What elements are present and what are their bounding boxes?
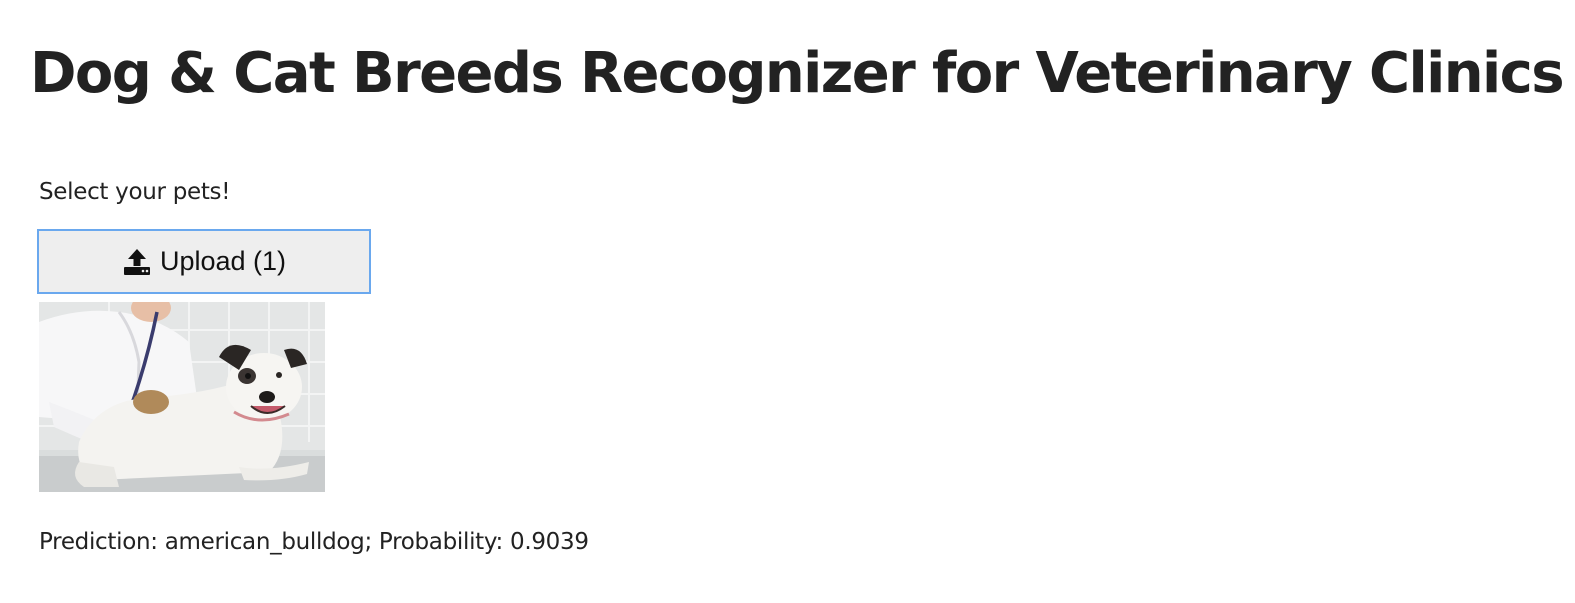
upload-button-label: Upload (1) [159, 246, 287, 276]
upload-icon [122, 248, 152, 276]
page-title: Dog & Cat Breeds Recognizer for Veterina… [30, 41, 1565, 106]
uploaded-pet-image [39, 302, 325, 492]
upload-prompt-label: Select your pets! [39, 179, 231, 205]
prediction-result: Prediction: american_bulldog; Probabilit… [39, 529, 589, 555]
upload-button[interactable]: Upload (1) [37, 229, 371, 294]
